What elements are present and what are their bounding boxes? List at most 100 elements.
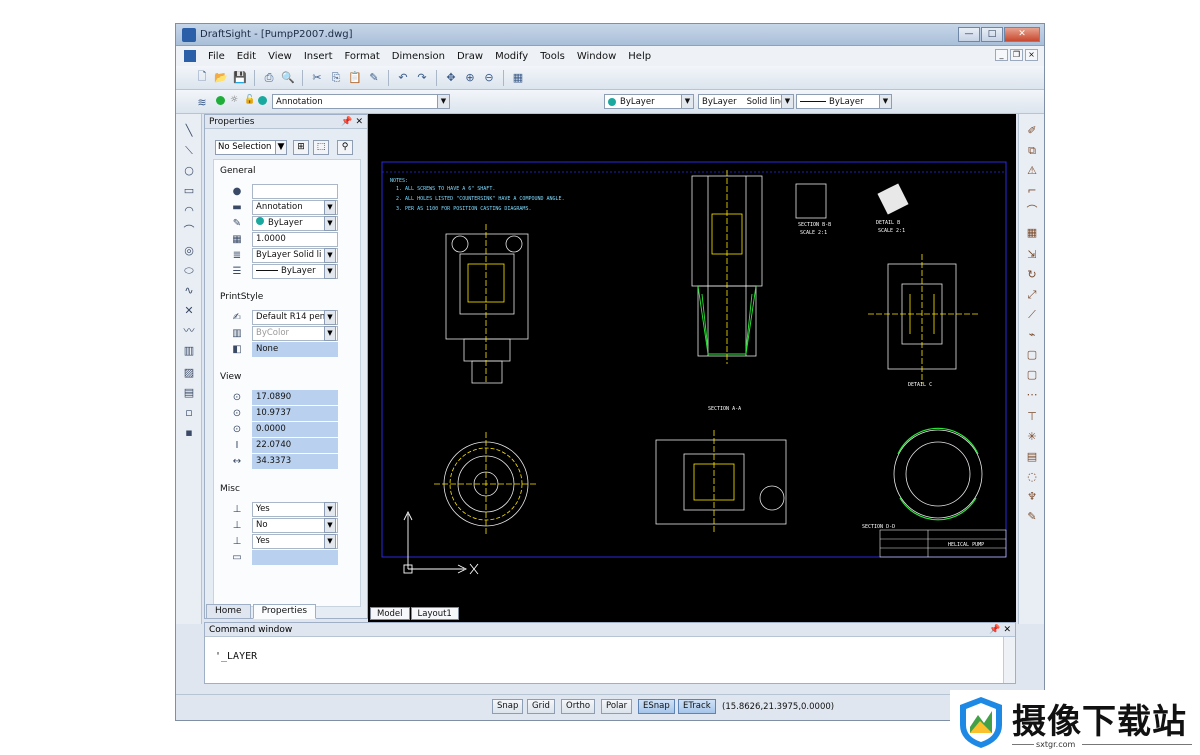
pan-icon[interactable]: ✥ xyxy=(443,70,459,86)
break-icon[interactable]: ⋯ xyxy=(1025,388,1039,402)
new-icon[interactable]: 🗋 xyxy=(194,70,210,86)
align-icon[interactable]: ♆ xyxy=(1025,490,1039,504)
close-button[interactable]: ✕ xyxy=(1004,27,1040,42)
region-icon[interactable]: ▨ xyxy=(182,366,196,380)
select-objects-icon[interactable]: ⬚ xyxy=(313,140,329,155)
trim-icon[interactable]: ⌁ xyxy=(1025,328,1039,342)
layer-on-icon[interactable] xyxy=(216,96,225,105)
chevron-down-icon[interactable]: ▼ xyxy=(324,310,336,325)
chevron-down-icon[interactable]: ▼ xyxy=(437,95,449,108)
zoom-window-icon[interactable]: ⊕ xyxy=(462,70,478,86)
grid-view-icon[interactable]: ▦ xyxy=(510,70,526,86)
chevron-down-icon[interactable]: ▼ xyxy=(324,248,336,263)
lengthen-icon[interactable]: ⊤ xyxy=(1025,410,1039,424)
paste-icon[interactable]: 📋 xyxy=(347,70,363,86)
rectangle-icon[interactable]: ▭ xyxy=(182,184,196,198)
array-icon[interactable]: ▦ xyxy=(1025,226,1039,240)
menu-modify[interactable]: Modify xyxy=(489,51,534,62)
snap-toggle[interactable]: Snap xyxy=(492,699,524,714)
chevron-down-icon[interactable]: ▼ xyxy=(324,518,336,533)
edit-polyline-icon[interactable]: ▤ xyxy=(1025,450,1039,464)
chevron-down-icon[interactable]: ▼ xyxy=(681,95,693,108)
redo-icon[interactable]: ↷ xyxy=(414,70,430,86)
print-preview-icon[interactable]: 🔍 xyxy=(280,70,296,86)
tab-home[interactable]: Home xyxy=(206,604,251,619)
point-icon[interactable]: ✕ xyxy=(182,304,196,318)
hatch-icon[interactable]: ▥ xyxy=(182,344,196,358)
quick-select-icon[interactable]: ⚲ xyxy=(337,140,353,155)
spiral-icon[interactable]: ◎ xyxy=(182,244,196,258)
etrack-toggle[interactable]: ETrack xyxy=(678,699,716,714)
match-properties-icon[interactable]: ✎ xyxy=(366,70,382,86)
tab-properties[interactable]: Properties xyxy=(252,604,317,619)
pin-close-icon[interactable]: 📌 ✕ xyxy=(341,115,363,129)
fillet-icon[interactable]: ▢ xyxy=(1025,368,1039,382)
command-scrollbar[interactable] xyxy=(1003,637,1015,683)
linetype-combo[interactable]: ByLayer Solid line ▼ xyxy=(698,94,794,109)
move-icon[interactable]: ⇲ xyxy=(1025,248,1039,262)
menu-file[interactable]: File xyxy=(202,51,231,62)
esnap-toggle[interactable]: ESnap xyxy=(638,699,675,714)
polar-toggle[interactable]: Polar xyxy=(601,699,633,714)
chevron-down-icon[interactable]: ▼ xyxy=(324,264,336,279)
open-icon[interactable]: 📂 xyxy=(213,70,229,86)
polyline-icon[interactable]: ⟍ xyxy=(182,144,196,158)
menu-view[interactable]: View xyxy=(262,51,298,62)
copy-icon[interactable]: ⎘ xyxy=(328,70,344,86)
extend-icon[interactable]: ▢ xyxy=(1025,348,1039,362)
join-icon[interactable]: ◌ xyxy=(1025,470,1039,484)
pattern-icon[interactable]: ⌒ xyxy=(1025,204,1039,218)
text-icon[interactable]: ▪ xyxy=(182,426,196,440)
menu-help[interactable]: Help xyxy=(622,51,657,62)
save-icon[interactable]: 💾 xyxy=(232,70,248,86)
layer-combo[interactable]: Annotation ▼ xyxy=(272,94,450,109)
menu-format[interactable]: Format xyxy=(339,51,386,62)
menu-draw[interactable]: Draw xyxy=(451,51,489,62)
grid-toggle[interactable]: Grid xyxy=(527,699,555,714)
menu-window[interactable]: Window xyxy=(571,51,622,62)
tab-layout1[interactable]: Layout1 xyxy=(410,607,459,620)
tab-model[interactable]: Model xyxy=(370,607,410,620)
prop-value[interactable] xyxy=(252,184,338,199)
zoom-previous-icon[interactable]: ⊖ xyxy=(481,70,497,86)
doc-restore-button[interactable]: ❐ xyxy=(1010,49,1023,61)
mirror-icon[interactable]: ⚠ xyxy=(1025,164,1039,178)
lineweight-combo[interactable]: ByLayer ▼ xyxy=(796,94,892,109)
curve-icon[interactable]: 〰 xyxy=(182,324,196,338)
table-icon[interactable]: ▤ xyxy=(182,386,196,400)
chamfer-icon[interactable]: ✎ xyxy=(1025,510,1039,524)
line-icon[interactable]: ╲ xyxy=(182,124,196,138)
copy-entity-icon[interactable]: ⧉ xyxy=(1025,144,1039,158)
prop-value[interactable]: 1.0000 xyxy=(252,232,338,247)
ellipse-icon[interactable]: ⬭ xyxy=(182,264,196,278)
chevron-down-icon[interactable]: ▼ xyxy=(324,534,336,549)
color-combo[interactable]: ByLayer ▼ xyxy=(604,94,694,109)
ortho-toggle[interactable]: Ortho xyxy=(561,699,596,714)
stretch-icon[interactable]: ⟋ xyxy=(1025,308,1039,322)
pin-close-icon[interactable]: 📌 ✕ xyxy=(989,623,1011,637)
chevron-down-icon[interactable]: ▼ xyxy=(324,216,336,231)
menu-tools[interactable]: Tools xyxy=(534,51,571,62)
erase-icon[interactable]: ✐ xyxy=(1025,124,1039,138)
maximize-button[interactable]: □ xyxy=(981,27,1003,42)
drawing-canvas[interactable]: NOTES: 1. ALL SCREWS TO HAVE A 6" SHAFT.… xyxy=(368,114,1016,622)
menu-insert[interactable]: Insert xyxy=(298,51,339,62)
insert-block-icon[interactable]: ▫ xyxy=(182,406,196,420)
spline-icon[interactable]: ∿ xyxy=(182,284,196,298)
circle-icon[interactable]: ○ xyxy=(182,164,196,178)
menu-dimension[interactable]: Dimension xyxy=(386,51,451,62)
toggle-pickadd-icon[interactable]: ⊞ xyxy=(293,140,309,155)
cut-icon[interactable]: ✂ xyxy=(309,70,325,86)
chevron-down-icon[interactable]: ▼ xyxy=(781,95,793,108)
layer-lock-icon[interactable]: 🔓 xyxy=(244,95,255,105)
chevron-down-icon[interactable]: ▼ xyxy=(324,502,336,517)
undo-icon[interactable]: ↶ xyxy=(395,70,411,86)
explode-icon[interactable]: ✳ xyxy=(1025,430,1039,444)
layer-manager-icon[interactable]: ≋ xyxy=(194,94,210,110)
arc-icon[interactable]: ◠ xyxy=(182,204,196,218)
chevron-down-icon[interactable]: ▼ xyxy=(879,95,891,108)
offset-icon[interactable]: ⌐ xyxy=(1025,184,1039,198)
print-icon[interactable]: ⎙ xyxy=(261,70,277,86)
scale-icon[interactable]: ⤢ xyxy=(1025,288,1039,302)
rotate-icon[interactable]: ↻ xyxy=(1025,268,1039,282)
